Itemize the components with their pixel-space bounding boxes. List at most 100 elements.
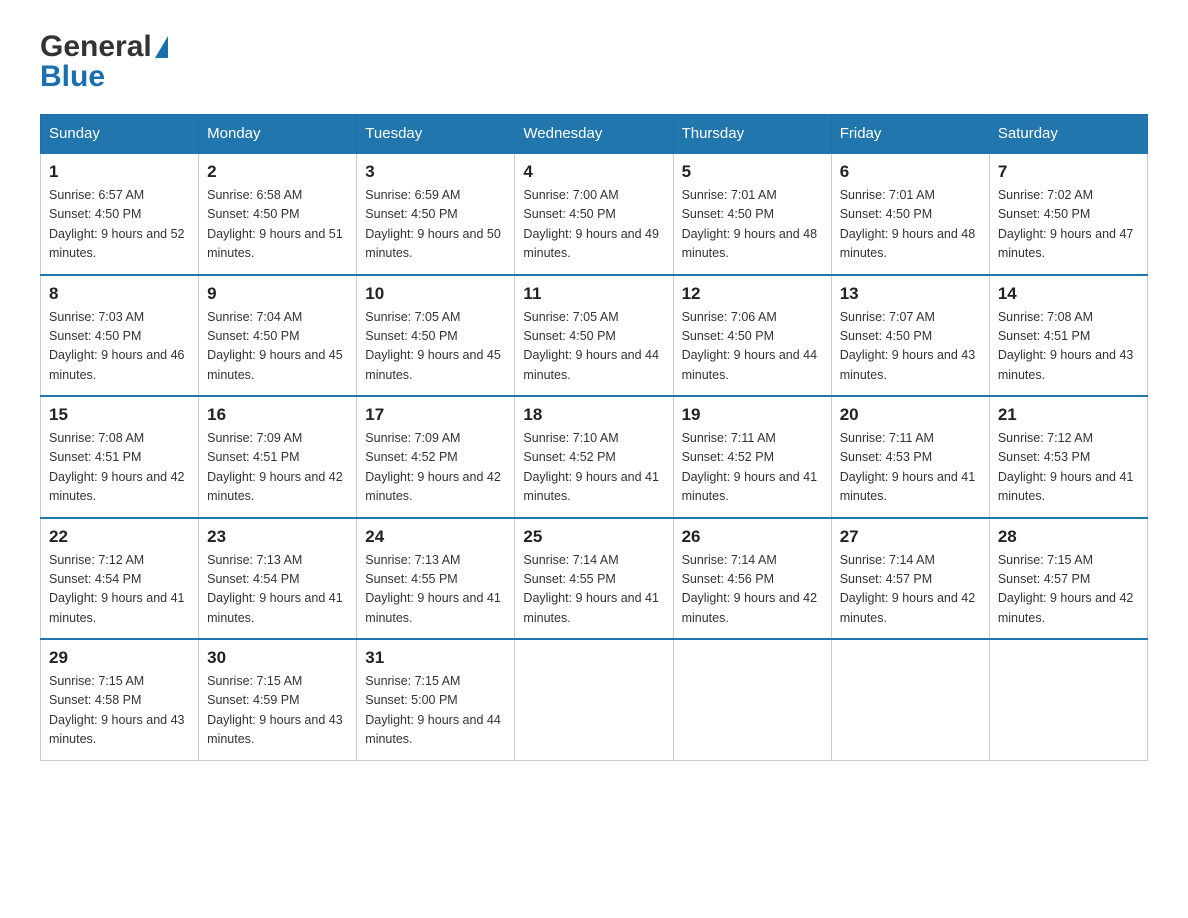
calendar-cell: 4 Sunrise: 7:00 AMSunset: 4:50 PMDaylight… [515, 153, 673, 275]
day-number: 18 [523, 405, 664, 425]
calendar-cell: 1 Sunrise: 6:57 AMSunset: 4:50 PMDaylight… [41, 153, 199, 275]
week-row-1: 1 Sunrise: 6:57 AMSunset: 4:50 PMDaylight… [41, 153, 1148, 275]
day-info: Sunrise: 7:08 AMSunset: 4:51 PMDaylight:… [49, 429, 190, 507]
day-info: Sunrise: 7:09 AMSunset: 4:52 PMDaylight:… [365, 429, 506, 507]
calendar-cell: 11Sunrise: 7:05 AMSunset: 4:50 PMDayligh… [515, 275, 673, 397]
day-number: 1 [49, 162, 190, 182]
calendar-cell: 9 Sunrise: 7:04 AMSunset: 4:50 PMDaylight… [199, 275, 357, 397]
day-info: Sunrise: 7:05 AMSunset: 4:50 PMDaylight:… [523, 308, 664, 386]
calendar-cell: 13 Sunrise: 7:07 AMSunset: 4:50 PMDayligh… [831, 275, 989, 397]
calendar-cell: 14 Sunrise: 7:08 AMSunset: 4:51 PMDayligh… [989, 275, 1147, 397]
calendar-cell: 12Sunrise: 7:06 AMSunset: 4:50 PMDayligh… [673, 275, 831, 397]
day-number: 23 [207, 527, 348, 547]
day-number: 7 [998, 162, 1139, 182]
col-header-wednesday: Wednesday [515, 115, 673, 154]
day-number: 25 [523, 527, 664, 547]
day-info: Sunrise: 7:15 AMSunset: 4:57 PMDaylight:… [998, 551, 1139, 629]
day-number: 26 [682, 527, 823, 547]
day-info: Sunrise: 7:03 AMSunset: 4:50 PMDaylight:… [49, 308, 190, 386]
day-info: Sunrise: 7:12 AMSunset: 4:53 PMDaylight:… [998, 429, 1139, 507]
calendar-cell: 5Sunrise: 7:01 AMSunset: 4:50 PMDaylight… [673, 153, 831, 275]
day-info: Sunrise: 6:57 AMSunset: 4:50 PMDaylight:… [49, 186, 190, 264]
day-info: Sunrise: 7:12 AMSunset: 4:54 PMDaylight:… [49, 551, 190, 629]
day-number: 9 [207, 284, 348, 304]
day-number: 21 [998, 405, 1139, 425]
calendar-cell: 6 Sunrise: 7:01 AMSunset: 4:50 PMDaylight… [831, 153, 989, 275]
col-header-sunday: Sunday [41, 115, 199, 154]
calendar-cell [831, 639, 989, 760]
day-number: 29 [49, 648, 190, 668]
calendar-cell: 19Sunrise: 7:11 AMSunset: 4:52 PMDayligh… [673, 396, 831, 518]
day-number: 24 [365, 527, 506, 547]
day-info: Sunrise: 7:11 AMSunset: 4:53 PMDaylight:… [840, 429, 981, 507]
calendar-cell: 2 Sunrise: 6:58 AMSunset: 4:50 PMDaylight… [199, 153, 357, 275]
calendar-cell: 29 Sunrise: 7:15 AMSunset: 4:58 PMDayligh… [41, 639, 199, 760]
day-info: Sunrise: 7:01 AMSunset: 4:50 PMDaylight:… [682, 186, 823, 264]
calendar-cell: 16 Sunrise: 7:09 AMSunset: 4:51 PMDayligh… [199, 396, 357, 518]
day-info: Sunrise: 7:06 AMSunset: 4:50 PMDaylight:… [682, 308, 823, 386]
calendar-cell: 15 Sunrise: 7:08 AMSunset: 4:51 PMDayligh… [41, 396, 199, 518]
day-number: 13 [840, 284, 981, 304]
logo-blue-word: Blue [40, 60, 105, 94]
calendar-cell: 26 Sunrise: 7:14 AMSunset: 4:56 PMDayligh… [673, 518, 831, 640]
logo: General Blue [40, 30, 171, 94]
calendar-cell: 31 Sunrise: 7:15 AMSunset: 5:00 PMDayligh… [357, 639, 515, 760]
day-info: Sunrise: 7:10 AMSunset: 4:52 PMDaylight:… [523, 429, 664, 507]
day-info: Sunrise: 7:15 AMSunset: 4:59 PMDaylight:… [207, 672, 348, 750]
calendar-table: SundayMondayTuesdayWednesdayThursdayFrid… [40, 114, 1148, 761]
day-number: 14 [998, 284, 1139, 304]
calendar-cell: 3Sunrise: 6:59 AMSunset: 4:50 PMDaylight… [357, 153, 515, 275]
day-number: 2 [207, 162, 348, 182]
calendar-cell [673, 639, 831, 760]
day-info: Sunrise: 7:09 AMSunset: 4:51 PMDaylight:… [207, 429, 348, 507]
day-number: 27 [840, 527, 981, 547]
calendar-cell: 24 Sunrise: 7:13 AMSunset: 4:55 PMDayligh… [357, 518, 515, 640]
calendar-cell: 25 Sunrise: 7:14 AMSunset: 4:55 PMDayligh… [515, 518, 673, 640]
week-row-5: 29 Sunrise: 7:15 AMSunset: 4:58 PMDayligh… [41, 639, 1148, 760]
day-info: Sunrise: 7:05 AMSunset: 4:50 PMDaylight:… [365, 308, 506, 386]
day-number: 16 [207, 405, 348, 425]
calendar-cell: 7 Sunrise: 7:02 AMSunset: 4:50 PMDaylight… [989, 153, 1147, 275]
day-number: 6 [840, 162, 981, 182]
calendar-cell: 18 Sunrise: 7:10 AMSunset: 4:52 PMDayligh… [515, 396, 673, 518]
day-info: Sunrise: 7:14 AMSunset: 4:56 PMDaylight:… [682, 551, 823, 629]
day-info: Sunrise: 7:01 AMSunset: 4:50 PMDaylight:… [840, 186, 981, 264]
calendar-header-row: SundayMondayTuesdayWednesdayThursdayFrid… [41, 115, 1148, 154]
day-info: Sunrise: 6:59 AMSunset: 4:50 PMDaylight:… [365, 186, 506, 264]
calendar-cell [989, 639, 1147, 760]
day-info: Sunrise: 7:14 AMSunset: 4:55 PMDaylight:… [523, 551, 664, 629]
day-info: Sunrise: 7:15 AMSunset: 4:58 PMDaylight:… [49, 672, 190, 750]
day-info: Sunrise: 7:11 AMSunset: 4:52 PMDaylight:… [682, 429, 823, 507]
day-info: Sunrise: 6:58 AMSunset: 4:50 PMDaylight:… [207, 186, 348, 264]
calendar-cell: 22Sunrise: 7:12 AMSunset: 4:54 PMDayligh… [41, 518, 199, 640]
calendar-cell: 8Sunrise: 7:03 AMSunset: 4:50 PMDaylight… [41, 275, 199, 397]
day-number: 4 [523, 162, 664, 182]
week-row-3: 15 Sunrise: 7:08 AMSunset: 4:51 PMDayligh… [41, 396, 1148, 518]
calendar-cell: 17 Sunrise: 7:09 AMSunset: 4:52 PMDayligh… [357, 396, 515, 518]
logo-general-word: General [40, 30, 152, 64]
day-info: Sunrise: 7:02 AMSunset: 4:50 PMDaylight:… [998, 186, 1139, 264]
col-header-monday: Monday [199, 115, 357, 154]
col-header-friday: Friday [831, 115, 989, 154]
week-row-2: 8Sunrise: 7:03 AMSunset: 4:50 PMDaylight… [41, 275, 1148, 397]
day-info: Sunrise: 7:00 AMSunset: 4:50 PMDaylight:… [523, 186, 664, 264]
day-number: 30 [207, 648, 348, 668]
day-number: 10 [365, 284, 506, 304]
col-header-thursday: Thursday [673, 115, 831, 154]
calendar-cell: 23Sunrise: 7:13 AMSunset: 4:54 PMDayligh… [199, 518, 357, 640]
col-header-tuesday: Tuesday [357, 115, 515, 154]
day-info: Sunrise: 7:04 AMSunset: 4:50 PMDaylight:… [207, 308, 348, 386]
calendar-cell: 28Sunrise: 7:15 AMSunset: 4:57 PMDayligh… [989, 518, 1147, 640]
day-info: Sunrise: 7:13 AMSunset: 4:55 PMDaylight:… [365, 551, 506, 629]
day-info: Sunrise: 7:15 AMSunset: 5:00 PMDaylight:… [365, 672, 506, 750]
day-info: Sunrise: 7:14 AMSunset: 4:57 PMDaylight:… [840, 551, 981, 629]
calendar-cell: 30 Sunrise: 7:15 AMSunset: 4:59 PMDayligh… [199, 639, 357, 760]
page-header: General Blue [40, 30, 1148, 94]
day-number: 17 [365, 405, 506, 425]
calendar-cell: 20 Sunrise: 7:11 AMSunset: 4:53 PMDayligh… [831, 396, 989, 518]
day-number: 15 [49, 405, 190, 425]
day-number: 20 [840, 405, 981, 425]
day-info: Sunrise: 7:07 AMSunset: 4:50 PMDaylight:… [840, 308, 981, 386]
day-info: Sunrise: 7:08 AMSunset: 4:51 PMDaylight:… [998, 308, 1139, 386]
day-number: 31 [365, 648, 506, 668]
